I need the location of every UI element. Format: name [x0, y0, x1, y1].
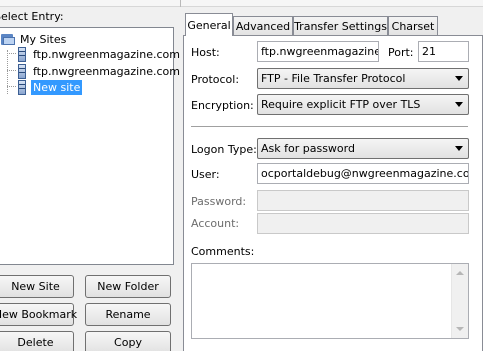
tree-root-label: My Sites — [20, 32, 67, 46]
tree-item-site-2[interactable]: ftp.nwgreenmagazine.com — [17, 63, 182, 79]
comments-textarea[interactable] — [191, 263, 469, 339]
folder-icon — [1, 33, 15, 46]
top-divider — [180, 0, 181, 7]
comments-label: Comments: — [191, 245, 255, 258]
new-site-button[interactable]: New Site — [0, 275, 74, 298]
logon-type-value: Ask for password — [261, 142, 355, 155]
comments-scrollbar[interactable] — [451, 264, 468, 338]
tab-transfer-settings[interactable]: Transfer Settings — [293, 16, 388, 36]
new-folder-button[interactable]: New Folder — [85, 275, 171, 298]
tree-root-my-sites[interactable]: My Sites — [1, 31, 68, 47]
protocol-value: FTP - File Transfer Protocol — [261, 72, 406, 85]
server-icon — [17, 46, 27, 62]
tab-general[interactable]: General — [185, 13, 233, 36]
copy-button[interactable]: Copy — [85, 331, 171, 351]
encryption-value: Require explicit FTP over TLS — [261, 98, 421, 111]
site-tree[interactable]: My Sites ftp.nwgreenmagazine.com ftp.nwg… — [0, 27, 180, 265]
tree-item-label: ftp.nwgreenmagazine.com — [33, 47, 180, 61]
account-label: Account: — [191, 217, 240, 230]
tab-advanced[interactable]: Advanced — [233, 16, 293, 36]
separator — [191, 126, 468, 128]
tree-item-label: New site — [31, 79, 83, 95]
server-icon — [17, 63, 27, 79]
tree-connector — [7, 86, 16, 87]
port-input[interactable]: 21 — [418, 41, 469, 62]
rename-button[interactable]: Rename — [85, 303, 171, 326]
select-entry-label: Select Entry: — [0, 10, 64, 23]
tree-connector — [7, 53, 16, 54]
protocol-label: Protocol: — [191, 73, 240, 86]
port-label: Port: — [388, 46, 414, 59]
password-label: Password: — [191, 195, 247, 208]
user-label: User: — [191, 168, 220, 181]
server-icon — [17, 79, 27, 95]
tree-item-site-1[interactable]: ftp.nwgreenmagazine.com — [17, 46, 182, 62]
tab-charset[interactable]: Charset — [388, 16, 438, 36]
protocol-select[interactable]: FTP - File Transfer Protocol — [257, 68, 469, 89]
scroll-up-arrow-icon[interactable] — [456, 271, 464, 275]
tree-item-label: ftp.nwgreenmagazine.com — [33, 64, 180, 78]
tree-connector — [7, 50, 8, 94]
user-input[interactable]: ocportaldebug@nwgreenmagazine.com — [257, 163, 469, 184]
delete-button[interactable]: Delete — [0, 331, 74, 351]
password-input[interactable] — [257, 190, 469, 211]
account-input[interactable] — [257, 213, 469, 234]
encryption-select[interactable]: Require explicit FTP over TLS — [257, 94, 469, 115]
encryption-label: Encryption: — [191, 99, 254, 112]
logon-type-label: Logon Type: — [191, 143, 257, 156]
dropdown-arrow-icon — [455, 76, 463, 81]
top-edge — [0, 0, 483, 7]
dropdown-arrow-icon — [455, 146, 463, 151]
logon-type-select[interactable]: Ask for password — [257, 138, 469, 159]
host-input[interactable]: ftp.nwgreenmagazine.co — [257, 41, 379, 62]
new-bookmark-button[interactable]: New Bookmark — [0, 303, 77, 326]
host-label: Host: — [191, 46, 220, 59]
tree-item-new-site[interactable]: New site — [17, 79, 83, 95]
scroll-down-arrow-icon[interactable] — [456, 327, 464, 331]
tree-connector — [7, 70, 16, 71]
dropdown-arrow-icon — [455, 102, 463, 107]
